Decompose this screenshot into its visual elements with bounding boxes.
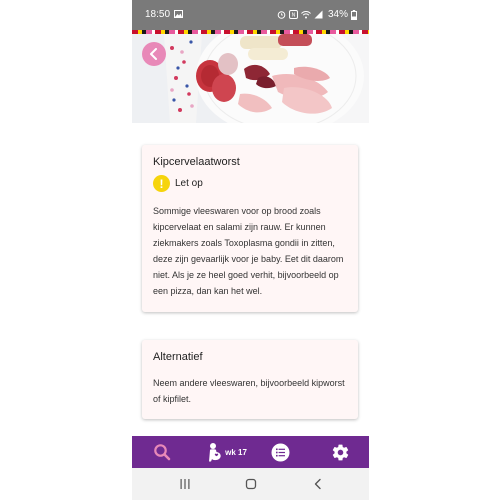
- week-label: wk 17: [225, 447, 247, 457]
- home-button[interactable]: [243, 476, 259, 492]
- nav-list-button[interactable]: [268, 436, 292, 468]
- hero-image: [132, 30, 369, 123]
- status-icons: N 34%: [277, 9, 357, 20]
- battery-icon: [351, 9, 357, 20]
- status-time: 18:50: [145, 9, 171, 20]
- svg-text:N: N: [292, 13, 296, 19]
- warning-row: ! Let op: [153, 175, 203, 192]
- search-icon: [154, 444, 171, 461]
- alternative-title: Alternatief: [153, 351, 203, 363]
- home-icon: [245, 478, 257, 490]
- nav-search-button[interactable]: [150, 436, 174, 468]
- chevron-left-icon: [150, 48, 157, 60]
- pregnancy-icon: [209, 443, 221, 462]
- recents-icon: [180, 479, 190, 489]
- alternative-description: Neem andere vleeswaren, bijvoorbeeld kip…: [153, 378, 345, 404]
- wifi-icon: [301, 11, 311, 19]
- warning-label: Let op: [175, 178, 203, 189]
- recents-button[interactable]: [177, 476, 193, 492]
- cold-cuts-photo: [132, 34, 369, 123]
- phone-screen: 18:50 N 34% Kipcervelaatworst ! Let op S…: [132, 0, 369, 500]
- nav-week-button[interactable]: wk 17: [204, 436, 250, 468]
- back-arrow-icon: [314, 478, 321, 490]
- system-back-button[interactable]: [310, 476, 326, 492]
- nfc-icon: N: [288, 10, 298, 19]
- warning-icon: !: [153, 175, 170, 192]
- bottom-navigation: wk 17: [132, 436, 369, 468]
- image-notification-icon: [174, 10, 183, 18]
- alternative-card: Alternatief Neem andere vleeswaren, bijv…: [142, 340, 358, 419]
- alarm-icon: [277, 11, 286, 19]
- nav-settings-button[interactable]: [328, 436, 352, 468]
- product-description: Sommige vleeswaren voor op brood zoals k…: [153, 206, 344, 296]
- battery-percentage: 34%: [327, 9, 348, 20]
- list-icon: [271, 443, 289, 461]
- product-title: Kipcervelaatworst: [153, 156, 240, 168]
- back-button[interactable]: [142, 42, 166, 66]
- signal-icon: [314, 10, 323, 19]
- status-bar: 18:50 N 34%: [132, 0, 369, 30]
- gear-icon: [332, 444, 348, 460]
- system-navigation-bar: [132, 468, 369, 500]
- product-info-card: Kipcervelaatworst ! Let op Sommige vlees…: [142, 145, 358, 312]
